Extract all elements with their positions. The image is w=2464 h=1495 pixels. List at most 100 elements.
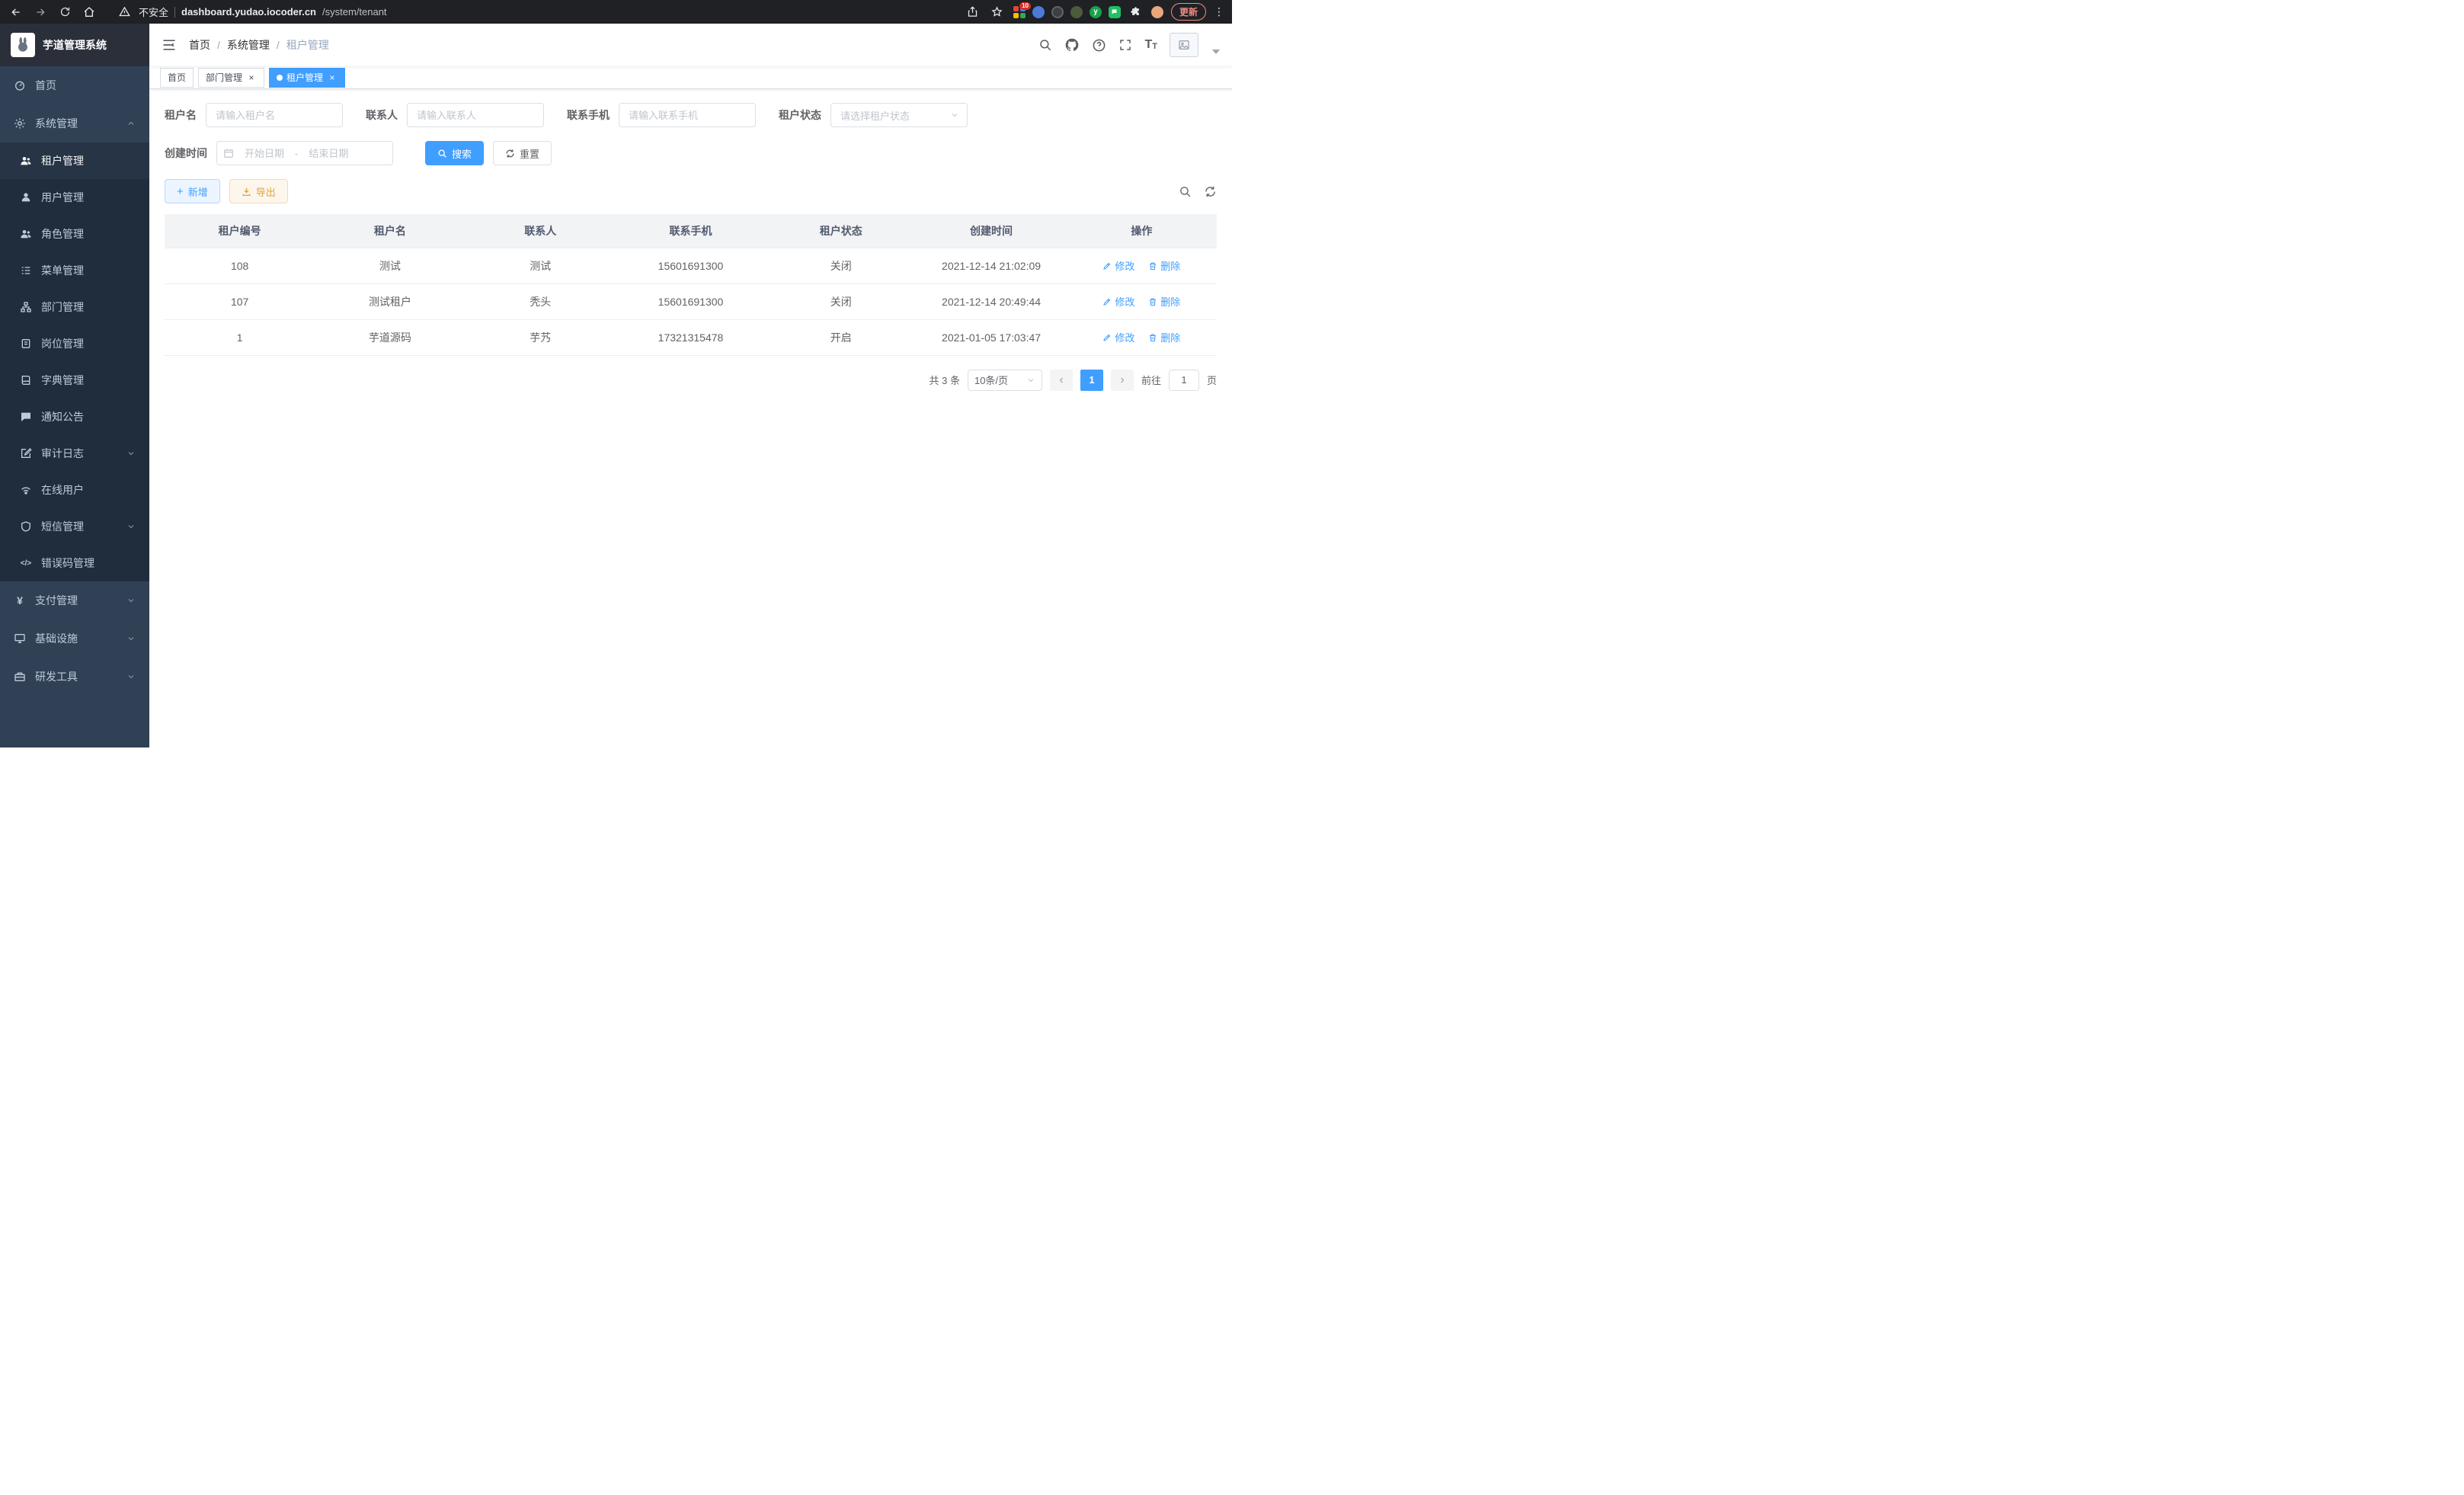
- sidebar-item-dev-tools[interactable]: 研发工具: [0, 658, 149, 696]
- extension-green-square-icon[interactable]: [1109, 6, 1121, 18]
- share-icon[interactable]: [965, 4, 981, 21]
- sidebar-item-user[interactable]: 用户管理: [0, 179, 149, 216]
- close-icon[interactable]: ×: [327, 72, 338, 83]
- book-icon: [20, 374, 32, 386]
- top-navbar: 首页 / 系统管理 / 租户管理 TT: [149, 24, 1232, 66]
- sidebar-item-online-user[interactable]: 在线用户: [0, 472, 149, 508]
- extension-dark-icon[interactable]: [1051, 6, 1064, 18]
- tenant-name-input[interactable]: [206, 103, 343, 127]
- tab-label: 首页: [168, 71, 186, 84]
- security-label: 不安全: [139, 5, 168, 19]
- sidebar-toggle-icon[interactable]: [162, 37, 177, 53]
- home-icon[interactable]: [81, 4, 98, 21]
- page-number-1[interactable]: 1: [1080, 370, 1103, 391]
- search-button[interactable]: 搜索: [425, 141, 484, 165]
- avatar-caret-icon[interactable]: [1212, 50, 1220, 54]
- sidebar-item-system[interactable]: 系统管理: [0, 104, 149, 142]
- refresh-table-icon[interactable]: [1204, 185, 1217, 198]
- profile-avatar[interactable]: [1151, 6, 1163, 18]
- reset-button[interactable]: 重置: [493, 141, 552, 165]
- forward-icon[interactable]: [32, 4, 49, 21]
- address-bar[interactable]: 不安全 dashboard.yudao.iocoder.cn/system/te…: [105, 4, 957, 21]
- extension-badge: 10: [1019, 2, 1031, 10]
- bookmark-star-icon[interactable]: [989, 4, 1006, 21]
- sidebar-item-home[interactable]: 首页: [0, 66, 149, 104]
- prev-page-button[interactable]: [1050, 370, 1073, 391]
- sidebar-item-payment[interactable]: ¥ 支付管理: [0, 581, 149, 619]
- search-icon[interactable]: [1038, 38, 1052, 52]
- tab-home[interactable]: 首页: [160, 68, 194, 88]
- github-icon[interactable]: [1064, 37, 1080, 53]
- phone-input[interactable]: [619, 103, 756, 127]
- sidebar-item-role[interactable]: 角色管理: [0, 216, 149, 252]
- sidebar-item-label: 短信管理: [41, 519, 84, 534]
- cell-created: 2021-12-14 20:49:44: [916, 283, 1066, 319]
- active-dot: [277, 75, 283, 81]
- sidebar-item-post[interactable]: 岗位管理: [0, 325, 149, 362]
- page-size-select[interactable]: 10条/页: [968, 370, 1042, 391]
- help-icon[interactable]: [1092, 38, 1106, 53]
- trash-icon: [1148, 261, 1157, 271]
- calendar-icon: [223, 148, 234, 158]
- reload-icon[interactable]: [56, 4, 73, 21]
- contact-input[interactable]: [407, 103, 544, 127]
- sidebar-item-label: 审计日志: [41, 446, 84, 461]
- sidebar-item-infrastructure[interactable]: 基础设施: [0, 619, 149, 658]
- tab-label: 租户管理: [286, 71, 323, 84]
- delete-link[interactable]: 删除: [1148, 294, 1180, 309]
- sidebar-item-error-code[interactable]: </> 错误码管理: [0, 545, 149, 581]
- extensions-puzzle-icon[interactable]: [1128, 4, 1144, 21]
- delete-link[interactable]: 删除: [1148, 330, 1180, 344]
- edit-link[interactable]: 修改: [1102, 294, 1134, 309]
- col-created: 创建时间: [916, 214, 1066, 248]
- cell-name: 测试: [315, 248, 465, 283]
- goto-label: 前往: [1141, 373, 1161, 387]
- date-start-input[interactable]: [237, 148, 292, 159]
- edit-link[interactable]: 修改: [1102, 258, 1134, 273]
- sidebar-item-label: 错误码管理: [41, 555, 94, 571]
- back-icon[interactable]: [8, 4, 24, 21]
- people-icon: [20, 155, 32, 167]
- avatar[interactable]: [1170, 33, 1198, 57]
- export-button[interactable]: 导出: [229, 179, 288, 203]
- breadcrumb-home[interactable]: 首页: [189, 37, 210, 53]
- next-page-button[interactable]: [1111, 370, 1134, 391]
- gear-icon: [14, 117, 26, 130]
- date-range-picker[interactable]: -: [216, 141, 393, 165]
- update-button[interactable]: 更新: [1171, 3, 1206, 21]
- cell-actions: 修改 删除: [1067, 319, 1217, 355]
- sidebar-logo[interactable]: 芋道管理系统: [0, 24, 149, 66]
- delete-link[interactable]: 删除: [1148, 258, 1180, 273]
- filter-phone: 联系手机: [567, 103, 756, 127]
- goto-page-input[interactable]: [1169, 370, 1199, 391]
- sidebar-item-audit-log[interactable]: 审计日志: [0, 435, 149, 472]
- close-icon[interactable]: ×: [246, 72, 257, 83]
- toggle-search-icon[interactable]: [1179, 185, 1192, 198]
- fullscreen-icon[interactable]: [1118, 38, 1132, 52]
- browser-menu-icon[interactable]: ⋮: [1214, 5, 1224, 18]
- extension-grid-icon[interactable]: 10: [1013, 6, 1026, 18]
- status-select[interactable]: 请选择租户状态: [830, 103, 968, 127]
- date-separator: -: [295, 148, 298, 159]
- tab-tenant[interactable]: 租户管理 ×: [269, 68, 345, 88]
- extension-green-circle-icon[interactable]: y: [1090, 6, 1102, 18]
- extension-blue-icon[interactable]: [1032, 6, 1045, 18]
- date-end-input[interactable]: [301, 148, 356, 159]
- sidebar-item-label: 租户管理: [41, 153, 84, 168]
- sidebar-item-tenant[interactable]: 租户管理: [0, 142, 149, 179]
- sidebar-item-menu[interactable]: 菜单管理: [0, 252, 149, 289]
- tab-dept[interactable]: 部门管理 ×: [198, 68, 264, 88]
- font-size-icon[interactable]: TT: [1144, 39, 1157, 51]
- toolbox-icon: [14, 671, 26, 683]
- sidebar-item-dept[interactable]: 部门管理: [0, 289, 149, 325]
- code-icon: </>: [20, 557, 32, 569]
- sidebar-item-sms[interactable]: 短信管理: [0, 508, 149, 545]
- breadcrumb-current: 租户管理: [286, 37, 329, 53]
- sidebar-item-dict[interactable]: 字典管理: [0, 362, 149, 399]
- extension-olive-icon[interactable]: [1070, 6, 1083, 18]
- breadcrumb-system[interactable]: 系统管理: [227, 37, 270, 53]
- sidebar-item-notice[interactable]: 通知公告: [0, 399, 149, 435]
- edit-link[interactable]: 修改: [1102, 330, 1134, 344]
- cell-contact: 秃头: [466, 283, 616, 319]
- add-button[interactable]: + 新增: [165, 179, 220, 203]
